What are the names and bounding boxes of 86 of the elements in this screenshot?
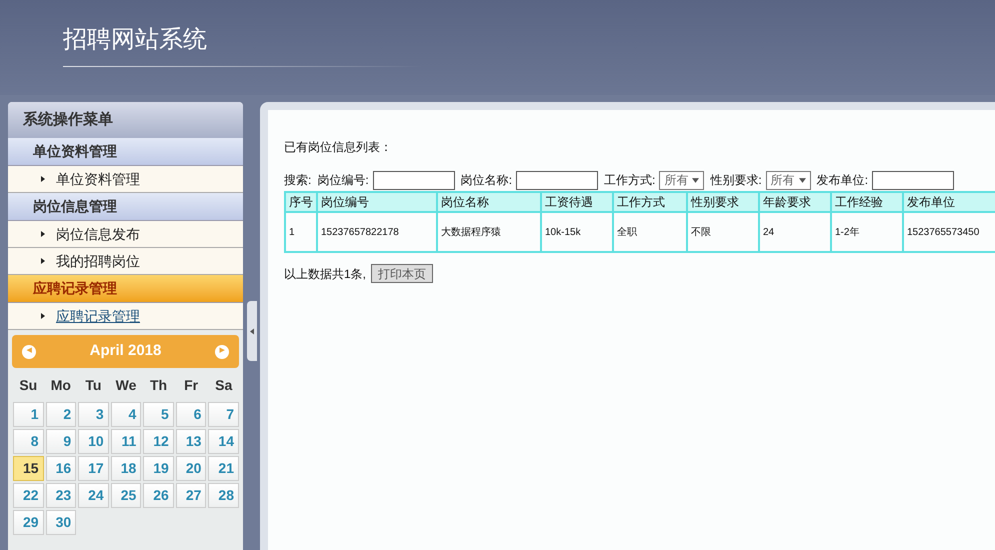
filter-input[interactable] [516, 170, 598, 190]
calendar-day[interactable]: 8 [13, 429, 44, 454]
bullet-icon [40, 258, 46, 264]
calendar-day[interactable]: 24 [78, 483, 109, 508]
menu-group[interactable]: 应聘记录管理 [8, 275, 243, 303]
column-header: 年龄要求 [759, 192, 831, 212]
calendar-day[interactable]: 12 [143, 429, 174, 454]
column-header: 工资待遇 [541, 192, 613, 212]
bullet-icon [40, 176, 46, 182]
site-title: 招聘网站系统 [63, 25, 207, 55]
menu-item[interactable]: 应聘记录管理 [8, 303, 243, 330]
dropdown-arrow-icon [692, 176, 700, 184]
calendar-day[interactable]: 27 [176, 483, 206, 508]
column-header: 工作经验 [831, 192, 903, 212]
weekday-label: Th [149, 376, 168, 394]
calendar-day[interactable]: 29 [13, 510, 44, 535]
menu-item[interactable]: 我的招聘岗位 [8, 248, 243, 275]
calendar-day[interactable]: 25 [110, 483, 142, 508]
calendar-day[interactable]: 21 [208, 456, 239, 481]
table-cell: 大数据程序猿 [437, 212, 541, 252]
weekday-label: We [114, 376, 138, 394]
weekday-label: Su [18, 376, 38, 394]
calendar-day[interactable]: 3 [78, 402, 109, 427]
calendar-day[interactable]: 19 [143, 456, 174, 481]
calendar-day[interactable]: 11 [110, 429, 142, 454]
table-cell: 10k-15k [541, 212, 613, 252]
dropdown-arrow-icon [798, 176, 806, 184]
column-header: 性别要求 [687, 192, 759, 212]
menu-group[interactable]: 岗位信息管理 [8, 193, 243, 221]
table-cell: 1-2年 [831, 212, 903, 252]
search-label: 搜索: [284, 172, 312, 189]
calendar-day[interactable]: 4 [110, 402, 142, 427]
calendar-day[interactable]: 2 [46, 402, 76, 427]
column-header: 岗位编号 [317, 192, 437, 212]
list-heading: 已有岗位信息列表： [284, 139, 392, 156]
calendar-month: April 2018 [90, 341, 162, 362]
calendar-day[interactable]: 18 [110, 456, 142, 481]
bullet-icon [40, 231, 46, 237]
calendar-day[interactable]: 9 [46, 429, 76, 454]
weekday-label: Mo [50, 376, 72, 394]
weekday-label: Sa [214, 376, 234, 394]
column-header: 工作方式 [613, 192, 687, 212]
table-cell: 1 [285, 212, 317, 252]
filter-label: 岗位编号: [317, 172, 369, 189]
sidebar-title: 系统操作菜单 [8, 102, 243, 138]
collapse-arrow-icon [249, 328, 255, 334]
weekday-label: Fr [183, 376, 200, 394]
menu-item[interactable]: 单位资料管理 [8, 166, 243, 193]
filter-input[interactable] [372, 170, 455, 190]
filter-select[interactable]: 所有 [766, 170, 811, 190]
filter-label: 性别要求: [710, 172, 762, 189]
calendar-day[interactable]: 13 [176, 429, 206, 454]
menu-group[interactable]: 单位资料管理 [8, 138, 243, 166]
calendar-day[interactable]: 5 [143, 402, 174, 427]
calendar-day[interactable]: 22 [13, 483, 44, 508]
calendar-day[interactable]: 14 [208, 429, 239, 454]
column-header: 发布单位 [903, 192, 995, 212]
calendar-day[interactable]: 26 [143, 483, 174, 508]
column-header: 序号 [285, 192, 317, 212]
column-header: 岗位名称 [437, 192, 541, 212]
calendar-day[interactable]: 30 [46, 510, 76, 535]
calendar-day[interactable]: 10 [78, 429, 109, 454]
collapse-handle[interactable] [247, 301, 257, 361]
calendar-day[interactable]: 7 [208, 402, 239, 427]
record-count: 以上数据共1条, [284, 266, 366, 282]
filter-label: 工作方式: [604, 172, 656, 189]
table-cell: 全职 [613, 212, 687, 252]
table-cell: 24 [759, 212, 831, 252]
calendar-day[interactable]: 28 [208, 483, 239, 508]
filter-label: 岗位名称: [460, 172, 512, 189]
calendar-day[interactable]: 17 [78, 456, 109, 481]
weekday-label: Tu [84, 376, 102, 394]
calendar-day[interactable]: 23 [46, 483, 76, 508]
print-button[interactable]: 打印本页 [371, 264, 434, 283]
table-cell: 不限 [687, 212, 759, 252]
calendar-day[interactable]: 15 [13, 456, 44, 481]
filter-label: 发布单位: [816, 172, 868, 189]
filter-input[interactable] [872, 170, 954, 190]
calendar-day[interactable]: 20 [176, 456, 206, 481]
menu-item[interactable]: 岗位信息发布 [8, 221, 243, 248]
table-cell: 15237657822178 [317, 212, 437, 252]
bullet-icon [40, 313, 46, 319]
filter-select[interactable]: 所有 [659, 170, 704, 190]
calendar-day[interactable]: 1 [13, 402, 44, 427]
calendar-day[interactable]: 6 [176, 402, 206, 427]
calendar-day[interactable]: 16 [46, 456, 76, 481]
